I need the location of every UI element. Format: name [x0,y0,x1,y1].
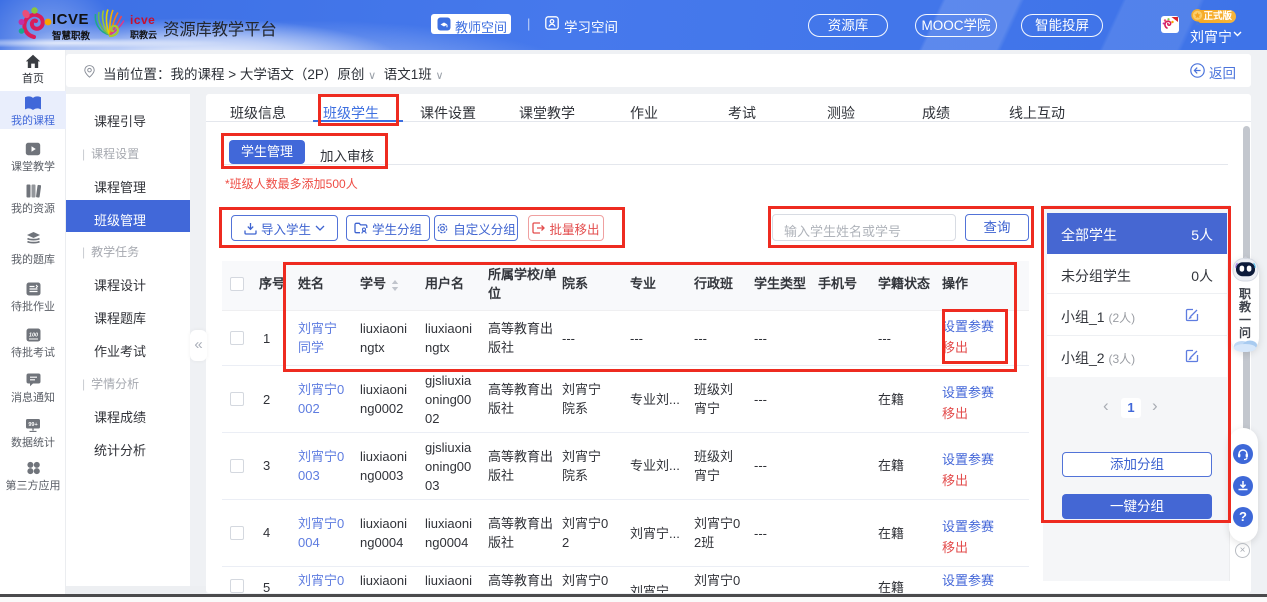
svg-text:100: 100 [28,333,37,339]
svg-text:99+: 99+ [28,422,37,428]
